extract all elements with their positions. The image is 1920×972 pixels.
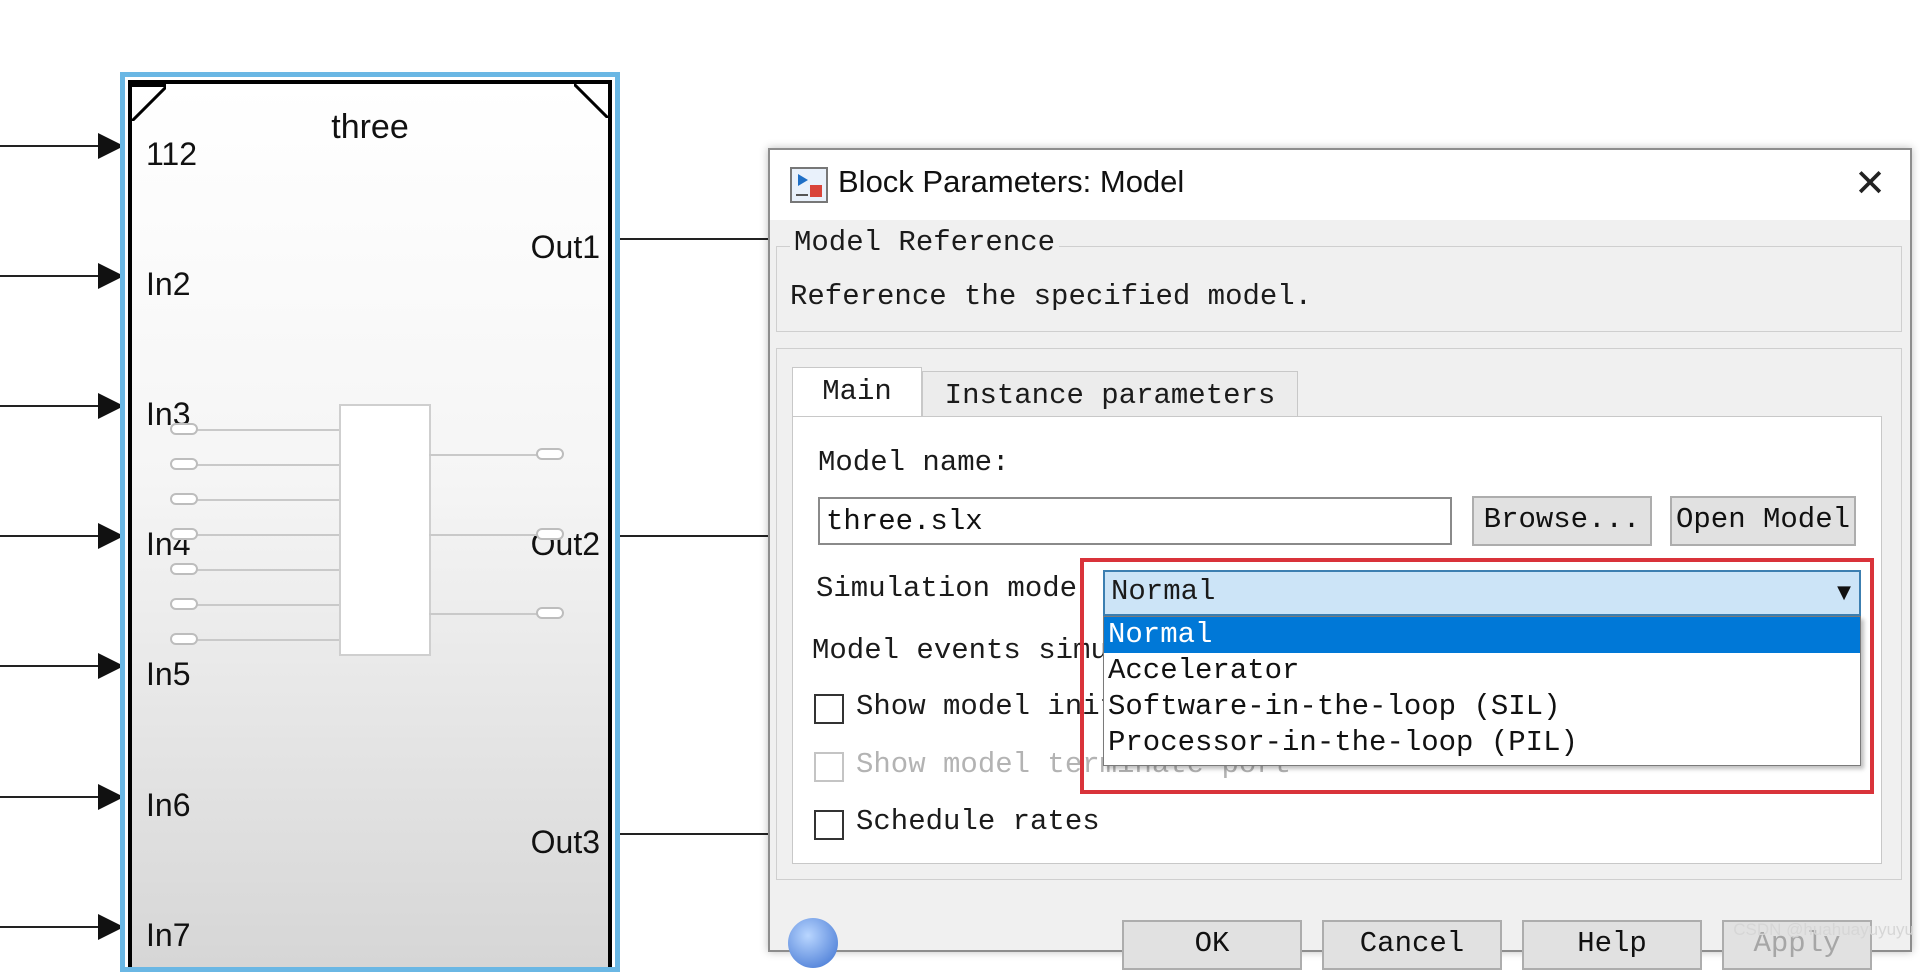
simulation-mode-label: Simulation mode <box>816 572 1078 605</box>
preview-line <box>184 499 344 501</box>
inport-label-7: In7 <box>146 917 191 953</box>
preview-inport <box>170 458 198 470</box>
watermark: CSDN @huahuayuyuyu <box>1733 920 1914 939</box>
inport-label-1: 112 <box>146 136 198 172</box>
input-wire-6[interactable] <box>0 796 100 798</box>
input-wire-7[interactable] <box>0 926 100 928</box>
preview-line <box>184 569 344 571</box>
block-body: three 112 In2 In3 In4 In5 In6 In7 Out1 O… <box>128 80 612 967</box>
preview-outport <box>536 448 564 460</box>
preview-line <box>184 429 344 431</box>
show-init-port-label: Show model init <box>856 690 1118 723</box>
preview-outport <box>536 607 564 619</box>
simulink-block-icon <box>790 167 828 203</box>
preview-inport <box>170 633 198 645</box>
preview-line <box>184 464 344 466</box>
preview-outport <box>536 528 564 540</box>
output-wire-2[interactable] <box>620 535 770 537</box>
input-wire-1[interactable] <box>0 145 100 147</box>
preview-line <box>429 613 541 615</box>
input-wire-5[interactable] <box>0 665 100 667</box>
help-icon[interactable] <box>788 918 838 968</box>
preview-line <box>429 534 541 536</box>
preview-line <box>184 604 344 606</box>
model-name-label: Model name: <box>818 446 1010 479</box>
browse-button[interactable]: Browse... <box>1472 496 1652 546</box>
input-wire-4[interactable] <box>0 535 100 537</box>
outport-label-3: Out3 <box>530 824 600 860</box>
inport-label-5: In5 <box>146 656 191 692</box>
preview-subsystem <box>339 404 431 656</box>
input-wire-2[interactable] <box>0 275 100 277</box>
model-name-input[interactable] <box>818 497 1452 545</box>
show-init-port-checkbox[interactable] <box>814 694 844 724</box>
inport-label-2: In2 <box>146 266 191 302</box>
help-button[interactable]: Help <box>1522 920 1702 970</box>
inport-label-6: In6 <box>146 787 191 823</box>
outport-label-1: Out1 <box>530 229 600 265</box>
preview-line <box>429 454 541 456</box>
block-title: three <box>331 108 409 146</box>
open-model-button[interactable]: Open Model <box>1670 496 1856 546</box>
model-events-label: Model events simu <box>812 634 1108 667</box>
tab-instance-parameters[interactable]: Instance parameters <box>922 371 1298 417</box>
close-icon[interactable]: ✕ <box>1848 162 1892 206</box>
schedule-rates-checkbox[interactable] <box>814 810 844 840</box>
show-terminate-port-checkbox <box>814 752 844 782</box>
block-parameters-dialog[interactable]: Block Parameters: Model ✕ Model Referenc… <box>768 148 1912 970</box>
model-reference-block[interactable]: three 112 In2 In3 In4 In5 In6 In7 Out1 O… <box>120 72 620 972</box>
preview-inport <box>170 423 198 435</box>
cancel-button[interactable]: Cancel <box>1322 920 1502 970</box>
preview-inport <box>170 563 198 575</box>
output-wire-1[interactable] <box>620 238 770 240</box>
schedule-rates-label: Schedule rates <box>856 805 1100 838</box>
block-description: Reference the specified model. <box>790 280 1313 313</box>
annotation-highlight-box <box>1080 558 1874 794</box>
dialog-titlebar[interactable]: Block Parameters: Model ✕ <box>770 150 1910 220</box>
output-wire-3[interactable] <box>620 833 770 835</box>
input-wire-3[interactable] <box>0 405 100 407</box>
tab-main[interactable]: Main <box>792 367 922 417</box>
group-title: Model Reference <box>790 226 1060 259</box>
dialog-title: Block Parameters: Model <box>838 164 1185 199</box>
preview-line <box>184 639 344 641</box>
preview-inport <box>170 598 198 610</box>
preview-line <box>184 534 344 536</box>
ok-button[interactable]: OK <box>1122 920 1302 970</box>
preview-inport <box>170 528 198 540</box>
preview-inport <box>170 493 198 505</box>
